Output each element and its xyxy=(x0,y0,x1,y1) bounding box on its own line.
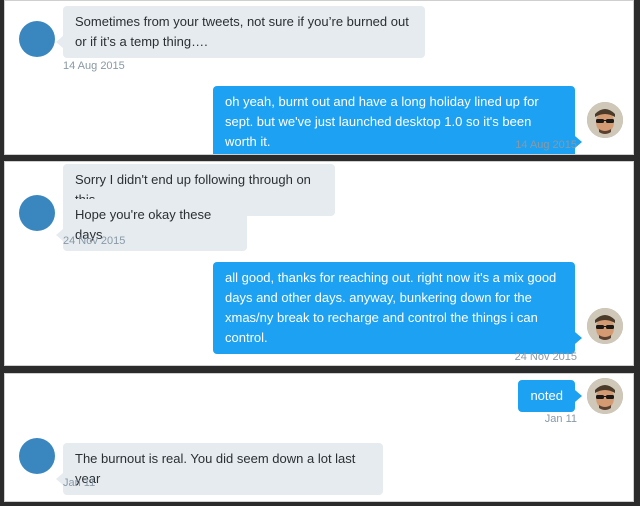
message-timestamp: 24 Nov 2015 xyxy=(514,351,577,363)
user-photo-icon xyxy=(587,102,623,138)
contact-avatar[interactable] xyxy=(19,195,55,231)
message-timestamp: 14 Aug 2015 xyxy=(63,60,125,72)
conversation-panel-3: noted Jan 11 The burnout is real. You di… xyxy=(4,373,634,502)
contact-avatar[interactable] xyxy=(19,438,55,474)
outgoing-message[interactable]: noted xyxy=(518,380,582,412)
conversation-panel-1: Sometimes from your tweets, not sure if … xyxy=(4,0,634,155)
user-photo-icon xyxy=(587,308,623,344)
user-photo-icon xyxy=(587,378,623,414)
outgoing-message[interactable]: all good, thanks for reaching out. right… xyxy=(213,262,582,354)
user-avatar[interactable] xyxy=(587,378,623,414)
user-avatar[interactable] xyxy=(587,102,623,138)
contact-avatar[interactable] xyxy=(19,21,55,57)
incoming-message[interactable]: Sometimes from your tweets, not sure if … xyxy=(56,6,425,58)
message-timestamp: Jan 11 xyxy=(63,477,96,489)
conversation-panel-2: Sorry I didn't end up following through … xyxy=(4,161,634,366)
incoming-message[interactable]: The burnout is real. You did seem down a… xyxy=(56,443,383,495)
message-timestamp: Jan 11 xyxy=(544,413,577,425)
user-avatar[interactable] xyxy=(587,308,623,344)
message-timestamp: 24 Nov 2015 xyxy=(63,235,126,247)
message-timestamp: 14 Aug 2015 xyxy=(515,139,577,151)
